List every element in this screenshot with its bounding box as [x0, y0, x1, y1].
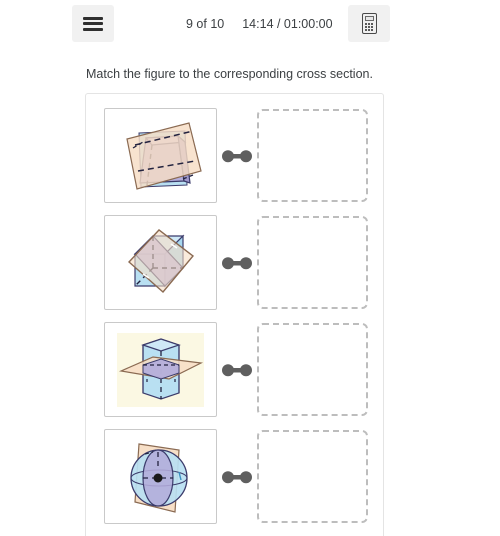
match-row [86, 108, 383, 203]
hamburger-icon [83, 16, 103, 31]
cross-section-dropzone[interactable] [257, 109, 368, 202]
exam-timer: 14:14 / 01:00:00 [242, 16, 333, 31]
question-prompt: Match the figure to the corresponding cr… [86, 67, 373, 81]
calculator-button[interactable] [348, 5, 390, 42]
match-connector[interactable] [217, 148, 257, 164]
match-connector[interactable] [217, 255, 257, 271]
question-progress: 9 of 10 [186, 16, 225, 31]
cross-section-dropzone[interactable] [257, 323, 368, 416]
cross-section-dropzone[interactable] [257, 216, 368, 309]
calculator-icon [361, 13, 377, 34]
figure-rectangular-frustum-with-oblique-plane[interactable] [104, 108, 217, 203]
status-group: 9 of 10 14:14 / 01:00:00 [186, 0, 333, 47]
match-row [86, 322, 383, 417]
match-connector[interactable] [217, 362, 257, 378]
match-row [86, 215, 383, 310]
question-card [85, 93, 384, 536]
match-connector[interactable] [217, 469, 257, 485]
top-toolbar: 9 of 10 14:14 / 01:00:00 [0, 0, 500, 47]
figure-hexagonal-prism-with-horizontal-plane[interactable] [104, 322, 217, 417]
figure-cube-with-diagonal-plane[interactable] [104, 215, 217, 310]
figure-sphere-with-vertical-plane[interactable] [104, 429, 217, 524]
cross-section-dropzone[interactable] [257, 430, 368, 523]
menu-button[interactable] [72, 5, 114, 42]
match-row [86, 429, 383, 524]
